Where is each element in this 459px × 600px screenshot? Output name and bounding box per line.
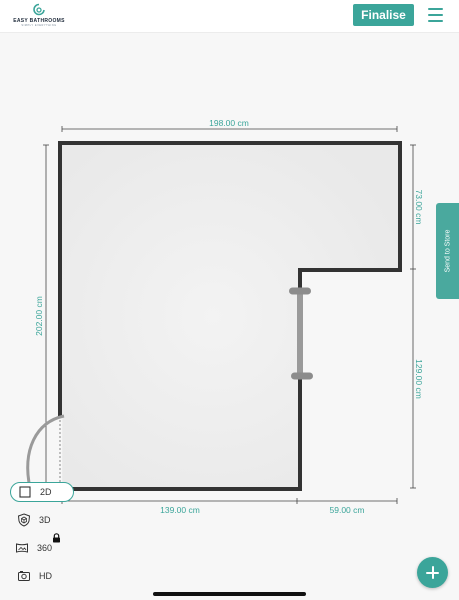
home-indicator — [153, 592, 306, 596]
camera-icon — [17, 569, 31, 583]
view-3d-button[interactable]: 3D — [17, 511, 51, 529]
lock-icon — [53, 533, 60, 543]
view-hd-button[interactable]: HD — [17, 567, 52, 585]
panorama-icon — [15, 541, 29, 555]
floorplan-canvas[interactable]: 198.00 cm 202.00 cm 73.00 cm 129.00 cm 1… — [0, 0, 459, 600]
view-3d-label: 3D — [39, 515, 51, 525]
dimension-bottom-right-label: 59.00 cm — [330, 505, 365, 515]
dimension-right-upper-label: 73.00 cm — [414, 190, 424, 225]
room-floor[interactable] — [58, 141, 402, 491]
square-icon — [18, 485, 32, 499]
dimension-right-lower-label: 129.00 cm — [414, 359, 424, 399]
view-hd-label: HD — [39, 571, 52, 581]
dimension-bottom — [61, 498, 398, 504]
view-2d-label: 2D — [40, 487, 52, 497]
shield-3d-icon — [17, 513, 31, 527]
send-to-store-label: Send to Store — [444, 229, 451, 273]
view-2d-button[interactable]: 2D — [10, 482, 74, 502]
add-item-button[interactable] — [417, 557, 448, 588]
dimension-bottom-left-label: 139.00 cm — [160, 505, 200, 515]
send-to-store-tab[interactable]: Send to Store — [436, 203, 459, 299]
view-360-button[interactable]: 360 — [15, 539, 52, 557]
dimension-left-label: 202.00 cm — [34, 296, 44, 336]
view-360-label: 360 — [37, 543, 53, 553]
dimension-top-label: 198.00 cm — [209, 118, 249, 128]
